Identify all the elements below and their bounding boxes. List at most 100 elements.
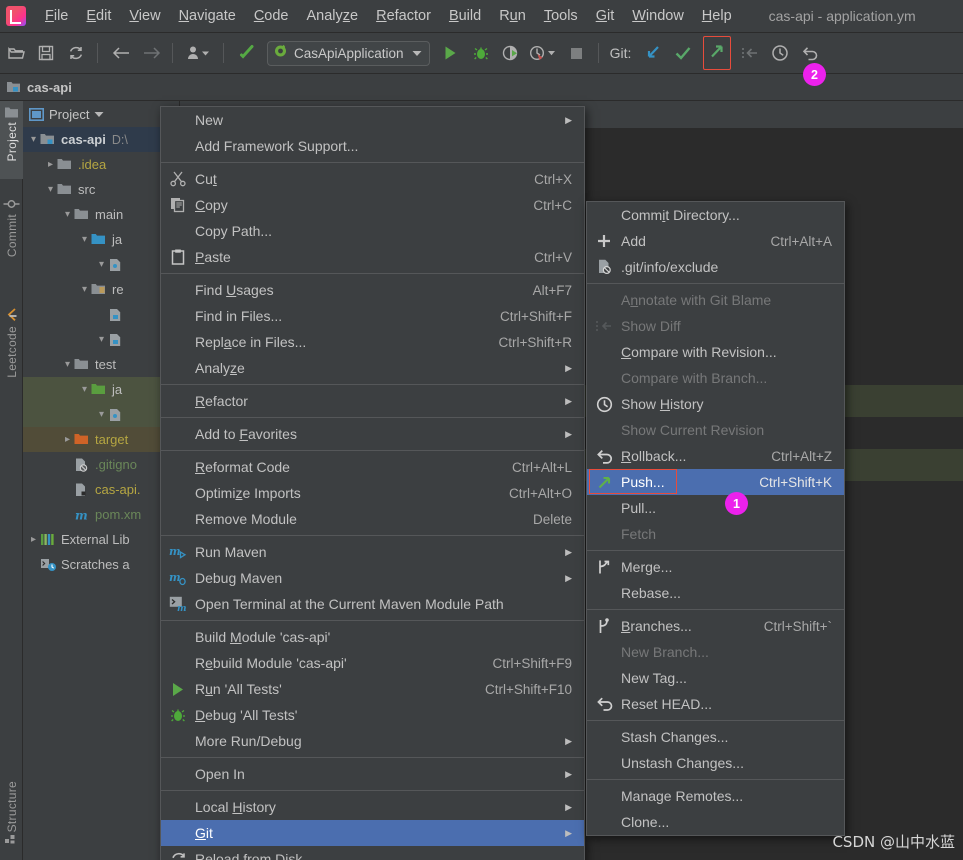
menu-item-git[interactable]: Git ▶ — [161, 820, 584, 846]
tree-node-pom.xm[interactable]: m pom.xm — [23, 502, 179, 527]
chevron-down-icon[interactable]: ▾ — [95, 409, 108, 420]
chevron-down-icon[interactable]: ▾ — [95, 334, 108, 345]
chevron-down-icon[interactable]: ▾ — [78, 284, 91, 295]
menubar-item-window[interactable]: Window — [623, 5, 693, 27]
sidebar-item-structure[interactable]: Structure — [0, 754, 23, 854]
chevron-right-icon[interactable]: ▸ — [61, 434, 74, 445]
git-update-project-icon[interactable] — [639, 39, 667, 67]
menu-item-add-framework-support[interactable]: Add Framework Support... — [161, 133, 584, 159]
chevron-right-icon[interactable]: ▸ — [27, 534, 40, 545]
menubar-item-tools[interactable]: Tools — [535, 5, 587, 27]
menubar-item-help[interactable]: Help — [693, 5, 741, 27]
menu-item-copy-path[interactable]: Copy Path... — [161, 218, 584, 244]
tree-node-re[interactable]: ▾ re — [23, 277, 179, 302]
git-commit-check-icon[interactable] — [669, 39, 697, 67]
menu-item-replace-in-files[interactable]: Replace in Files... Ctrl+Shift+R — [161, 329, 584, 355]
tree-node-scratchesa[interactable]: Scratches a — [23, 552, 179, 577]
menubar-item-refactor[interactable]: Refactor — [367, 5, 440, 27]
sidebar-item-leetcode[interactable]: Leetcode — [0, 301, 23, 401]
tree-node-cas-api[interactable]: ▾ cas-api D:\ — [23, 127, 179, 152]
menu-item-unstash-changes[interactable]: Unstash Changes... — [587, 750, 844, 776]
chevron-right-icon[interactable]: ▸ — [44, 159, 57, 170]
tree-node-cas-api.[interactable]: cas-api. — [23, 477, 179, 502]
debug-bug-icon[interactable] — [467, 39, 495, 67]
menu-item-compare-with-revision[interactable]: Compare with Revision... — [587, 339, 844, 365]
tree-node-7[interactable] — [23, 302, 179, 327]
menu-item-cut[interactable]: Cut Ctrl+X — [161, 166, 584, 192]
menubar-item-code[interactable]: Code — [245, 5, 298, 27]
chevron-down-icon[interactable]: ▾ — [95, 259, 108, 270]
menu-item-merge[interactable]: Merge... — [587, 554, 844, 580]
git-push-toolbar-button[interactable] — [703, 36, 732, 70]
open-folder-icon[interactable] — [2, 39, 30, 67]
menubar-item-build[interactable]: Build — [440, 5, 490, 27]
menu-item-stash-changes[interactable]: Stash Changes... — [587, 724, 844, 750]
build-hammer-icon[interactable] — [233, 39, 261, 67]
chevron-down-icon[interactable]: ▾ — [61, 209, 74, 220]
menu-item-remove-module[interactable]: Remove Module Delete — [161, 506, 584, 532]
menu-item-rebuild-module-cas-api[interactable]: Rebuild Module 'cas-api' Ctrl+Shift+F9 — [161, 650, 584, 676]
tree-node-target[interactable]: ▸ target — [23, 427, 179, 452]
run-with-coverage-icon[interactable] — [497, 39, 525, 67]
menu-item-rollback[interactable]: Rollback... Ctrl+Alt+Z — [587, 443, 844, 469]
menu-item-add-to-favorites[interactable]: Add to Favorites ▶ — [161, 421, 584, 447]
menu-item-show-history[interactable]: Show History — [587, 391, 844, 417]
profiler-icon[interactable] — [527, 39, 561, 67]
menu-item-paste[interactable]: Paste Ctrl+V — [161, 244, 584, 270]
menu-item-find-in-files[interactable]: Find in Files... Ctrl+Shift+F — [161, 303, 584, 329]
chevron-down-icon[interactable]: ▾ — [78, 234, 91, 245]
tree-node-11[interactable]: ▾ — [23, 402, 179, 427]
menu-item-optimize-imports[interactable]: Optimize Imports Ctrl+Alt+O — [161, 480, 584, 506]
menu-item-add[interactable]: Add Ctrl+Alt+A — [587, 228, 844, 254]
menu-item-reset-head[interactable]: Reset HEAD... — [587, 691, 844, 717]
menu-item-pull[interactable]: Pull... — [587, 495, 844, 521]
tree-node-ja[interactable]: ▾ ja — [23, 227, 179, 252]
menu-item-run-all-tests[interactable]: Run 'All Tests' Ctrl+Shift+F10 — [161, 676, 584, 702]
tree-node-test[interactable]: ▾ test — [23, 352, 179, 377]
menu-item-reload-from-disk[interactable]: Reload from Disk — [161, 846, 584, 860]
chevron-down-icon[interactable]: ▾ — [44, 184, 57, 195]
chevron-down-icon[interactable]: ▾ — [61, 359, 74, 370]
chevron-down-icon[interactable]: ▾ — [27, 134, 40, 145]
chevron-down-icon[interactable]: ▾ — [78, 384, 91, 395]
menubar-item-view[interactable]: View — [120, 5, 169, 27]
tree-node-5[interactable]: ▾ — [23, 252, 179, 277]
menu-item-local-history[interactable]: Local History ▶ — [161, 794, 584, 820]
menu-item-refactor[interactable]: Refactor ▶ — [161, 388, 584, 414]
menu-item-rebase[interactable]: Rebase... — [587, 580, 844, 606]
menu-item-commit-directory[interactable]: Commit Directory... — [587, 202, 844, 228]
menu-item-push[interactable]: Push... Ctrl+Shift+K — [587, 469, 844, 495]
menu-item-build-module-cas-api[interactable]: Build Module 'cas-api' — [161, 624, 584, 650]
tree-node-src[interactable]: ▾ src — [23, 177, 179, 202]
save-disk-icon[interactable] — [32, 39, 60, 67]
run-play-icon[interactable] — [437, 39, 465, 67]
menu-item-branches[interactable]: Branches... Ctrl+Shift+` — [587, 613, 844, 639]
git-history-clock-icon[interactable] — [766, 39, 794, 67]
tree-node-.gitigno[interactable]: .gitigno — [23, 452, 179, 477]
menu-item-debug-maven[interactable]: m Debug Maven ▶ — [161, 565, 584, 591]
menu-item-manage-remotes[interactable]: Manage Remotes... — [587, 783, 844, 809]
menubar-item-git[interactable]: Git — [587, 5, 624, 27]
menu-item-analyze[interactable]: Analyze ▶ — [161, 355, 584, 381]
tree-node-externallib[interactable]: ▸ External Lib — [23, 527, 179, 552]
tree-node-main[interactable]: ▾ main — [23, 202, 179, 227]
menubar-item-file[interactable]: File — [36, 5, 77, 27]
menubar-item-run[interactable]: Run — [490, 5, 535, 27]
menubar-item-analyze[interactable]: Analyze — [298, 5, 368, 27]
tree-node-.idea[interactable]: ▸ .idea — [23, 152, 179, 177]
menu-item-debug-all-tests[interactable]: Debug 'All Tests' — [161, 702, 584, 728]
menu-item-more-run-debug[interactable]: More Run/Debug ▶ — [161, 728, 584, 754]
chevron-down-icon[interactable] — [94, 111, 104, 118]
menu-item-find-usages[interactable]: Find Usages Alt+F7 — [161, 277, 584, 303]
breadcrumb-cas-api[interactable]: cas-api — [27, 80, 72, 95]
tree-node-8[interactable]: ▾ — [23, 327, 179, 352]
sidebar-item-project[interactable]: Project — [0, 101, 23, 179]
menu-item-open-terminal-at-the-current-maven-module-path[interactable]: m Open Terminal at the Current Maven Modu… — [161, 591, 584, 617]
refresh-sync-icon[interactable] — [62, 39, 90, 67]
menu-item-new-tag[interactable]: New Tag... — [587, 665, 844, 691]
menu-item-open-in[interactable]: Open In ▶ — [161, 761, 584, 787]
user-profile-dropdown-icon[interactable] — [182, 39, 216, 67]
menu-item-reformat-code[interactable]: Reformat Code Ctrl+Alt+L — [161, 454, 584, 480]
chevron-down-icon[interactable] — [412, 44, 422, 62]
menu-item-new[interactable]: New ▶ — [161, 107, 584, 133]
